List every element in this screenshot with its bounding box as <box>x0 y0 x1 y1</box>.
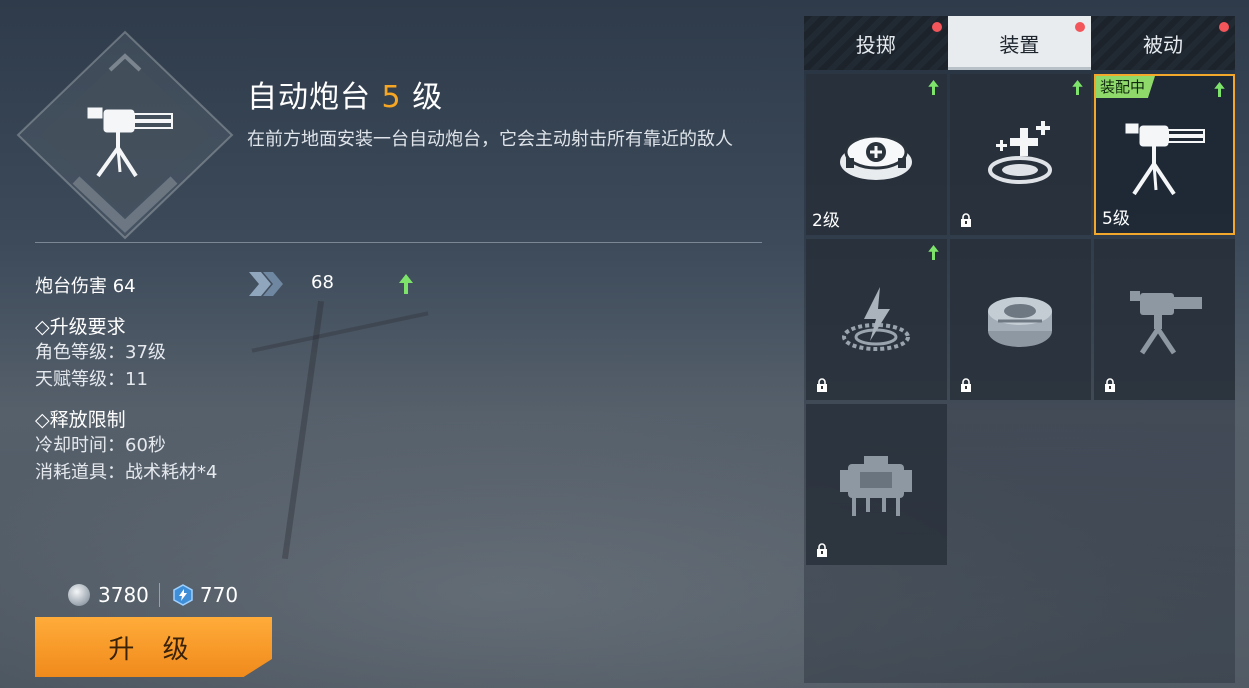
cost-separator <box>158 583 160 607</box>
release-limits: ◇释放限制 冷却时间：60秒 消耗道具：战术耗材*4 <box>35 405 365 486</box>
lock-icon <box>961 213 971 227</box>
notification-dot <box>1218 22 1229 32</box>
tab-device[interactable]: 装置 <box>947 16 1092 70</box>
equipped-tag: 装配中 <box>1096 76 1156 98</box>
upgrade-arrow-icon <box>928 80 939 95</box>
device-slot-2[interactable] <box>950 74 1091 235</box>
lock-icon <box>1105 378 1115 392</box>
upgrade-arrow-icon <box>1072 80 1083 95</box>
skill-description: 在前方地面安装一台自动炮台，它会主动射击所有靠近的敌人 <box>247 129 733 150</box>
double-chevron-icon <box>249 272 283 296</box>
tab-throw[interactable]: 投掷 <box>804 16 948 70</box>
shock-trap-icon <box>842 287 910 351</box>
device-slot-6[interactable] <box>1094 239 1235 400</box>
gem-cost: 770 <box>199 583 239 607</box>
upgrade-requirements: ◇升级要求 角色等级：37级 天赋等级：11 <box>35 312 365 393</box>
device-slot-5[interactable] <box>950 239 1091 400</box>
landmine-icon <box>988 297 1052 347</box>
upgrade-arrow-icon <box>399 274 413 294</box>
upgrade-button[interactable]: 升 级 <box>35 617 272 677</box>
device-slot-7[interactable] <box>806 404 947 565</box>
skill-name: 自动炮台 <box>247 80 371 115</box>
requirement-talent-level: 天赋等级：11 <box>35 369 148 390</box>
lock-icon <box>817 378 827 392</box>
tab-passive[interactable]: 被动 <box>1091 16 1235 70</box>
device-slot-1[interactable]: 2级 <box>806 74 947 235</box>
heavy-turret-icon <box>1130 291 1202 355</box>
stat-row: 炮台伤害 64 68 <box>35 270 455 298</box>
stat-next-value: 68 <box>311 272 334 293</box>
skill-level-number: 5 <box>381 80 402 115</box>
upgrade-cost: 3780 770 <box>68 582 238 608</box>
device-slot-4[interactable] <box>806 239 947 400</box>
tab-label: 投掷 <box>855 32 896 57</box>
slot-level: 2级 <box>812 211 840 231</box>
mine-device-icon <box>840 134 912 180</box>
requirement-character-level: 角色等级：37级 <box>35 342 166 363</box>
limit-cooldown: 冷却时间：60秒 <box>35 435 166 456</box>
limit-consumable: 消耗道具：战术耗材*4 <box>35 462 218 483</box>
stat-label: 炮台伤害 64 <box>35 276 136 297</box>
heal-station-icon <box>988 121 1052 184</box>
silver-coin-icon <box>68 584 90 606</box>
device-slot-3-equipped[interactable]: 装配中 5级 <box>1094 74 1235 235</box>
notification-dot <box>1075 22 1086 32</box>
upgrade-arrow-icon <box>1214 82 1225 97</box>
notification-dot <box>931 22 942 32</box>
skill-emblem <box>16 30 234 240</box>
slot-level: 5级 <box>1102 209 1130 229</box>
silver-cost: 3780 <box>98 583 149 607</box>
tab-label: 装置 <box>999 32 1040 57</box>
skill-title: 自动炮台 5 级 <box>247 72 443 116</box>
divider <box>35 242 762 243</box>
category-tabs: 投掷 装置 被动 <box>804 16 1235 70</box>
auto-turret-icon <box>1125 123 1205 196</box>
skill-level-suffix: 级 <box>412 80 444 115</box>
upgrade-arrow-icon <box>928 245 939 260</box>
lock-icon <box>817 543 827 557</box>
drone-icon <box>840 456 912 516</box>
lock-icon <box>961 378 971 392</box>
limits-title: ◇释放限制 <box>35 409 126 431</box>
gem-icon <box>173 584 193 606</box>
tab-label: 被动 <box>1142 32 1183 57</box>
requirements-title: ◇升级要求 <box>35 316 126 338</box>
